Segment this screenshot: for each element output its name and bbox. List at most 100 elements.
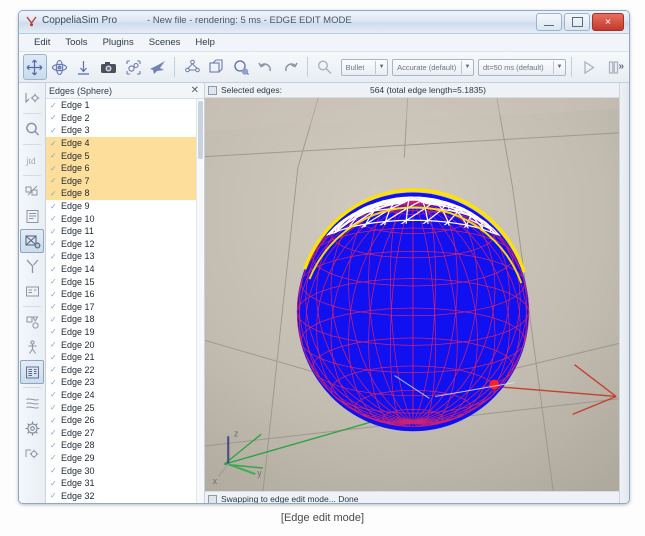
edge-list-item[interactable]: ✓ Edge 31 — [46, 477, 204, 490]
check-icon[interactable]: ✓ — [50, 252, 57, 261]
check-icon[interactable]: ✓ — [50, 416, 57, 425]
page-selector-icon[interactable] — [205, 54, 229, 80]
close-button[interactable]: ✕ — [592, 13, 624, 31]
user-settings-icon[interactable] — [20, 441, 44, 465]
timestep-select[interactable]: dt=50 ms (default) ▼ — [478, 58, 566, 76]
check-icon[interactable]: ✓ — [50, 327, 57, 336]
check-icon[interactable]: ✓ — [50, 479, 57, 488]
settings-gear-icon[interactable] — [20, 416, 44, 440]
dynamics-icon[interactable] — [180, 54, 204, 80]
object-shift-icon[interactable] — [23, 54, 47, 80]
edge-list-item[interactable]: ✓ Edge 11 — [46, 225, 204, 238]
shape-edit-mode-icon[interactable] — [20, 229, 44, 253]
check-icon[interactable]: ✓ — [50, 202, 57, 211]
edges-list[interactable]: ✓ Edge 1 ✓ Edge 2 ✓ Edge 3 ✓ Edge 4 ✓ Edge 5 ✓ Edge… — [46, 99, 204, 503]
redo-icon[interactable] — [279, 54, 303, 80]
camera-icon[interactable] — [97, 54, 121, 80]
edge-list-item[interactable]: ✓ Edge 9 — [46, 200, 204, 213]
check-icon[interactable]: ✓ — [50, 101, 57, 110]
check-icon[interactable]: ✓ — [50, 466, 57, 475]
edges-list-scrollbar[interactable] — [196, 99, 204, 503]
edge-list-item[interactable]: ✓ Edge 25 — [46, 401, 204, 414]
edge-list-item[interactable]: ✓ Edge 21 — [46, 351, 204, 364]
object-drop-icon[interactable] — [72, 54, 96, 80]
edge-list-item[interactable]: ✓ Edge 3 — [46, 124, 204, 137]
edge-list-item[interactable]: ✓ Edge 29 — [46, 452, 204, 465]
object-rotate-icon[interactable] — [48, 54, 72, 80]
check-icon[interactable]: ✓ — [50, 151, 57, 160]
pan-navigate-icon[interactable] — [229, 54, 253, 80]
edge-list-item[interactable]: ✓ Edge 18 — [46, 313, 204, 326]
check-icon[interactable]: ✓ — [50, 214, 57, 223]
start-simulation-button[interactable] — [577, 54, 601, 80]
check-icon[interactable]: ✓ — [50, 126, 57, 135]
check-icon[interactable]: ✓ — [50, 340, 57, 349]
close-icon[interactable]: ✕ — [191, 85, 201, 96]
check-icon[interactable]: ✓ — [50, 164, 57, 173]
object-dialog-icon[interactable] — [20, 204, 44, 228]
menu-item-scenes[interactable]: Scenes — [142, 35, 188, 50]
edge-list-item[interactable]: ✓ Edge 14 — [46, 263, 204, 276]
edge-list-item[interactable]: ✓ Edge 30 — [46, 464, 204, 477]
check-icon[interactable]: ✓ — [50, 290, 57, 299]
layers-icon[interactable] — [20, 391, 44, 415]
edge-list-item[interactable]: ✓ Edge 22 — [46, 363, 204, 376]
menu-item-plugins[interactable]: Plugins — [96, 35, 141, 50]
edge-list-item[interactable]: ✓ Edge 23 — [46, 376, 204, 389]
check-icon[interactable]: ✓ — [50, 390, 57, 399]
check-icon[interactable]: ✓ — [50, 113, 57, 122]
menu-item-tools[interactable]: Tools — [58, 35, 94, 50]
edge-list-item[interactable]: ✓ Edge 17 — [46, 301, 204, 314]
magnifier-icon[interactable] — [20, 117, 44, 141]
edge-list-item[interactable]: ✓ Edge 7 — [46, 174, 204, 188]
maximize-button[interactable] — [564, 13, 590, 31]
edge-list-item[interactable]: ✓ Edge 28 — [46, 439, 204, 452]
edge-list-item[interactable]: ✓ Edge 4 — [46, 136, 204, 150]
edge-list-item[interactable]: ✓ Edge 27 — [46, 426, 204, 439]
check-icon[interactable]: ✓ — [50, 189, 57, 198]
assembly-icon[interactable] — [121, 54, 145, 80]
3d-viewport[interactable]: z y x — [205, 98, 619, 491]
edge-list-item[interactable]: ✓ Edge 20 — [46, 338, 204, 351]
edge-list-item[interactable]: ✓ Edge 10 — [46, 212, 204, 225]
edge-list-item[interactable]: ✓ Edge 12 — [46, 238, 204, 251]
edge-list-item[interactable]: ✓ Edge 1 — [46, 99, 204, 112]
script-list-icon[interactable] — [20, 360, 44, 384]
edge-list-item[interactable]: ✓ Edge 24 — [46, 389, 204, 402]
edge-list-item[interactable]: ✓ Edge 2 — [46, 112, 204, 125]
undo-icon[interactable] — [254, 54, 278, 80]
collision-detection-icon[interactable] — [20, 179, 44, 203]
menu-item-edit[interactable]: Edit — [27, 35, 57, 50]
edge-list-item[interactable]: ✓ Edge 26 — [46, 414, 204, 427]
model-browser-icon[interactable] — [20, 335, 44, 359]
minimize-button[interactable] — [536, 13, 562, 31]
check-icon[interactable]: ✓ — [50, 239, 57, 248]
edge-list-item[interactable]: ✓ Edge 16 — [46, 288, 204, 301]
toolbar-overflow-button[interactable]: » — [618, 61, 624, 72]
check-icon[interactable]: ✓ — [50, 265, 57, 274]
calculation-modules-icon[interactable]: jtd — [20, 148, 44, 172]
check-icon[interactable]: ✓ — [50, 139, 57, 148]
check-icon[interactable]: ✓ — [50, 453, 57, 462]
menu-item-help[interactable]: Help — [188, 35, 222, 50]
edge-list-item[interactable]: ✓ Edge 6 — [46, 161, 204, 175]
physics-engine-select[interactable]: Bullet ▼ — [340, 58, 389, 76]
check-icon[interactable]: ✓ — [50, 428, 57, 437]
edge-list-item[interactable]: ✓ Edge 15 — [46, 275, 204, 288]
fly-camera-icon[interactable] — [146, 54, 170, 80]
scene-hierarchy-icon[interactable] — [20, 279, 44, 303]
edge-list-item[interactable]: ✓ Edge 13 — [46, 250, 204, 263]
edge-list-item[interactable]: ✓Edge 33 — [46, 502, 204, 503]
check-icon[interactable]: ✓ — [50, 365, 57, 374]
zoom-icon[interactable] — [313, 54, 337, 80]
check-icon[interactable]: ✓ — [50, 315, 57, 324]
check-icon[interactable]: ✓ — [50, 227, 57, 236]
check-icon[interactable]: ✓ — [50, 277, 57, 286]
edge-list-item[interactable]: ✓ Edge 19 — [46, 326, 204, 339]
edge-list-item[interactable]: ✓ Edge 8 — [46, 187, 204, 200]
edge-list-item[interactable]: ✓ Edge 5 — [46, 149, 204, 162]
check-icon[interactable]: ✓ — [50, 302, 57, 311]
scene-object-properties-icon[interactable] — [20, 86, 44, 110]
check-icon[interactable]: ✓ — [50, 353, 57, 362]
geometry-icon[interactable] — [20, 310, 44, 334]
